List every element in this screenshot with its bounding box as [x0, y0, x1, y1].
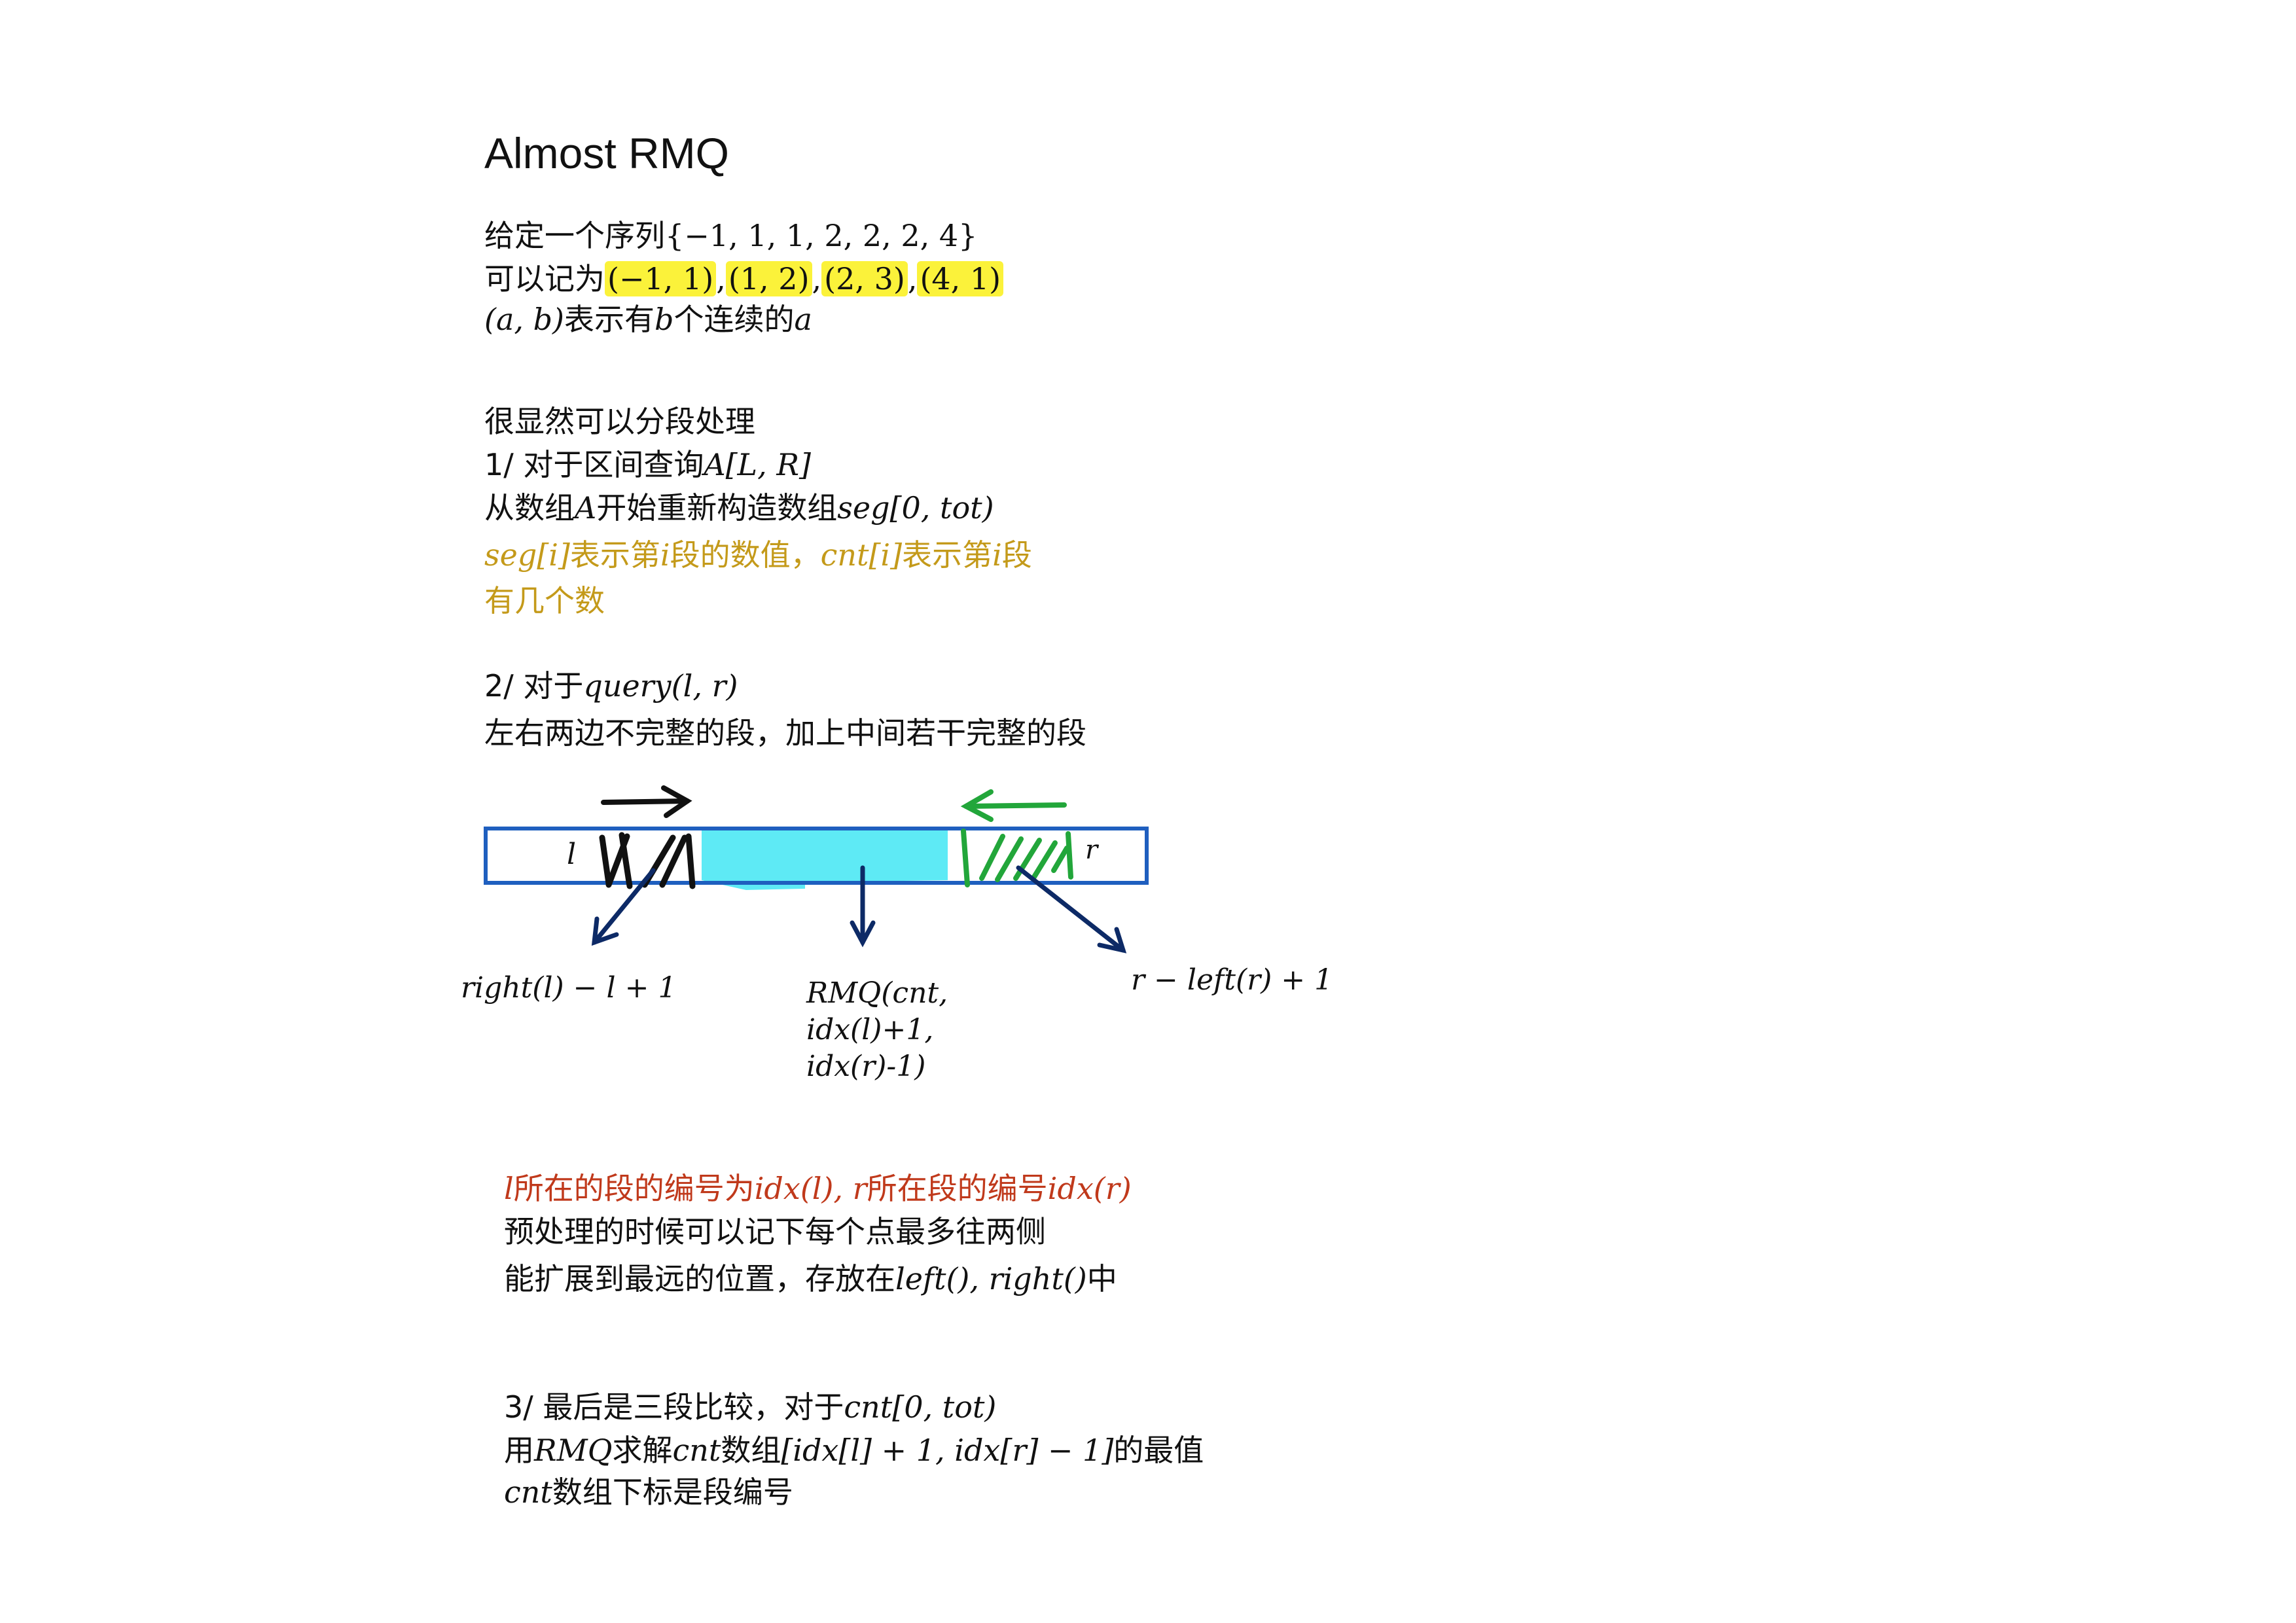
left-arrow-icon [960, 789, 1067, 822]
left-letter: l [567, 838, 577, 871]
section3-text-b: 求解 [612, 1433, 673, 1468]
left-formula: right(l) − l + 1 [461, 971, 677, 1005]
math-RMQ: RMQ [534, 1433, 613, 1468]
idx-line-3-text: 能扩展到最远的位置，存放在 [504, 1261, 895, 1296]
right-arrow-icon [601, 785, 692, 818]
idx-line-3-suffix: 中 [1086, 1261, 1117, 1296]
section3-text-d: 的最值 [1113, 1433, 1204, 1468]
section3-line-3-text: 数组下标是段编号 [552, 1474, 793, 1510]
math-idx-l: idx(l), r [754, 1171, 867, 1206]
section3-step-text: 3/ 最后是三段比较，对于 [504, 1389, 844, 1425]
right-down-arrow-icon [1016, 865, 1127, 954]
middle-formula-line: idx(l)+1, [806, 1013, 934, 1046]
math-l: l [504, 1171, 514, 1206]
middle-formula-line: RMQ(cnt, [806, 976, 948, 1010]
right-partial-hatch [961, 829, 1073, 887]
idx-text-b: 所在段的编号 [867, 1171, 1048, 1206]
math-left-right: left(), right() [895, 1261, 1087, 1296]
middle-formula-line: idx(r)-1) [806, 1050, 926, 1083]
section3-text-c: 数组 [721, 1433, 781, 1468]
math-idx-r: idx(r) [1047, 1171, 1132, 1206]
section3-step: 3/ 最后是三段比较，对于cnt[0, tot) [504, 1387, 996, 1427]
math-cnt: cnt [504, 1474, 552, 1510]
math-cnt-range: cnt[0, tot) [844, 1389, 997, 1425]
right-formula: r − left(r) + 1 [1131, 963, 1333, 997]
math-cnt: cnt [672, 1433, 721, 1468]
section3-line-3: cnt数组下标是段编号 [504, 1472, 793, 1512]
right-letter: r [1085, 835, 1098, 865]
section3-text-a: 用 [504, 1433, 534, 1468]
idx-line-3: 能扩展到最远的位置，存放在left(), right()中 [504, 1259, 1117, 1298]
idx-line-2: 预处理的时候可以记下每个点最多往两侧 [504, 1214, 1046, 1249]
idx-text-a: 所在的段的编号为 [513, 1171, 755, 1206]
idx-definition: l所在的段的编号为idx(l), r所在段的编号idx(r) [504, 1169, 1132, 1208]
segment-diagram [484, 785, 1149, 954]
middle-formula: RMQ(cnt, idx(l)+1, idx(r)-1) [806, 975, 948, 1085]
math-idx-range: [idx[l] + 1, idx[r] − 1] [781, 1433, 1114, 1468]
section3-line-2: 用RMQ求解cnt数组[idx[l] + 1, idx[r] − 1]的最值 [504, 1431, 1204, 1470]
